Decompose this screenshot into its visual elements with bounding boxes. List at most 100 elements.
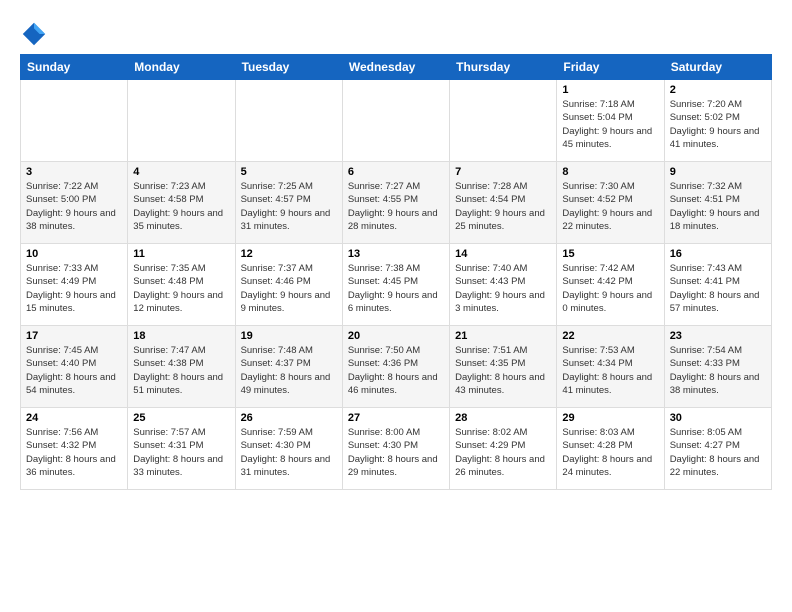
day-info: Sunrise: 7:28 AM Sunset: 4:54 PM Dayligh… [455, 180, 551, 233]
calendar-week-row: 24 Sunrise: 7:56 AM Sunset: 4:32 PM Dayli… [21, 408, 772, 490]
calendar-cell: 17 Sunrise: 7:45 AM Sunset: 4:40 PM Dayli… [21, 326, 128, 408]
calendar-cell: 12 Sunrise: 7:37 AM Sunset: 4:46 PM Dayli… [235, 244, 342, 326]
page: SundayMondayTuesdayWednesdayThursdayFrid… [0, 0, 792, 500]
day-number: 27 [348, 412, 444, 424]
calendar-cell [235, 80, 342, 162]
day-info: Sunrise: 8:00 AM Sunset: 4:30 PM Dayligh… [348, 426, 444, 479]
day-number: 21 [455, 330, 551, 342]
calendar-cell: 2Sunrise: 7:20 AM Sunset: 5:02 PM Daylig… [664, 80, 771, 162]
day-info: Sunrise: 7:56 AM Sunset: 4:32 PM Dayligh… [26, 426, 122, 479]
day-info: Sunrise: 7:54 AM Sunset: 4:33 PM Dayligh… [670, 344, 766, 397]
logo [20, 18, 52, 48]
day-number: 1 [562, 84, 658, 96]
day-info: Sunrise: 7:23 AM Sunset: 4:58 PM Dayligh… [133, 180, 229, 233]
day-info: Sunrise: 7:45 AM Sunset: 4:40 PM Dayligh… [26, 344, 122, 397]
day-number: 26 [241, 412, 337, 424]
day-info: Sunrise: 7:27 AM Sunset: 4:55 PM Dayligh… [348, 180, 444, 233]
day-info: Sunrise: 8:03 AM Sunset: 4:28 PM Dayligh… [562, 426, 658, 479]
day-number: 13 [348, 248, 444, 260]
calendar-cell: 16 Sunrise: 7:43 AM Sunset: 4:41 PM Dayli… [664, 244, 771, 326]
day-number: 3 [26, 166, 122, 178]
day-number: 10 [26, 248, 122, 260]
calendar-cell: 30Sunrise: 8:05 AM Sunset: 4:27 PM Dayli… [664, 408, 771, 490]
day-info: Sunrise: 7:53 AM Sunset: 4:34 PM Dayligh… [562, 344, 658, 397]
calendar-cell [450, 80, 557, 162]
calendar-header-sunday: Sunday [21, 55, 128, 80]
day-number: 11 [133, 248, 229, 260]
calendar-week-row: 1 Sunrise: 7:18 AM Sunset: 5:04 PM Daylig… [21, 80, 772, 162]
day-info: Sunrise: 7:32 AM Sunset: 4:51 PM Dayligh… [670, 180, 766, 233]
calendar: SundayMondayTuesdayWednesdayThursdayFrid… [20, 54, 772, 490]
day-info: Sunrise: 7:47 AM Sunset: 4:38 PM Dayligh… [133, 344, 229, 397]
calendar-header-saturday: Saturday [664, 55, 771, 80]
day-info: Sunrise: 7:59 AM Sunset: 4:30 PM Dayligh… [241, 426, 337, 479]
calendar-cell: 14 Sunrise: 7:40 AM Sunset: 4:43 PM Dayli… [450, 244, 557, 326]
calendar-cell: 9 Sunrise: 7:32 AM Sunset: 4:51 PM Daylig… [664, 162, 771, 244]
day-info: Sunrise: 7:57 AM Sunset: 4:31 PM Dayligh… [133, 426, 229, 479]
calendar-cell: 20 Sunrise: 7:50 AM Sunset: 4:36 PM Dayli… [342, 326, 449, 408]
day-number: 16 [670, 248, 766, 260]
day-number: 28 [455, 412, 551, 424]
calendar-cell: 18 Sunrise: 7:47 AM Sunset: 4:38 PM Dayli… [128, 326, 235, 408]
day-info: Sunrise: 7:38 AM Sunset: 4:45 PM Dayligh… [348, 262, 444, 315]
day-info: Sunrise: 8:02 AM Sunset: 4:29 PM Dayligh… [455, 426, 551, 479]
calendar-cell: 28 Sunrise: 8:02 AM Sunset: 4:29 PM Dayli… [450, 408, 557, 490]
day-info: Sunrise: 7:25 AM Sunset: 4:57 PM Dayligh… [241, 180, 337, 233]
day-info: Sunrise: 8:05 AM Sunset: 4:27 PM Dayligh… [670, 426, 766, 479]
calendar-header-wednesday: Wednesday [342, 55, 449, 80]
day-info: Sunrise: 7:50 AM Sunset: 4:36 PM Dayligh… [348, 344, 444, 397]
logo-icon [20, 20, 48, 48]
day-number: 25 [133, 412, 229, 424]
day-info: Sunrise: 7:43 AM Sunset: 4:41 PM Dayligh… [670, 262, 766, 315]
calendar-week-row: 17 Sunrise: 7:45 AM Sunset: 4:40 PM Dayli… [21, 326, 772, 408]
day-info: Sunrise: 7:22 AM Sunset: 5:00 PM Dayligh… [26, 180, 122, 233]
day-number: 23 [670, 330, 766, 342]
day-info: Sunrise: 7:48 AM Sunset: 4:37 PM Dayligh… [241, 344, 337, 397]
day-number: 4 [133, 166, 229, 178]
day-number: 20 [348, 330, 444, 342]
day-info: Sunrise: 7:33 AM Sunset: 4:49 PM Dayligh… [26, 262, 122, 315]
day-number: 12 [241, 248, 337, 260]
calendar-cell: 26 Sunrise: 7:59 AM Sunset: 4:30 PM Dayli… [235, 408, 342, 490]
day-number: 9 [670, 166, 766, 178]
calendar-cell: 23 Sunrise: 7:54 AM Sunset: 4:33 PM Dayli… [664, 326, 771, 408]
day-info: Sunrise: 7:40 AM Sunset: 4:43 PM Dayligh… [455, 262, 551, 315]
calendar-cell: 5Sunrise: 7:25 AM Sunset: 4:57 PM Daylig… [235, 162, 342, 244]
calendar-header-thursday: Thursday [450, 55, 557, 80]
day-number: 18 [133, 330, 229, 342]
day-number: 15 [562, 248, 658, 260]
calendar-cell [342, 80, 449, 162]
day-number: 8 [562, 166, 658, 178]
calendar-cell: 25 Sunrise: 7:57 AM Sunset: 4:31 PM Dayli… [128, 408, 235, 490]
day-number: 19 [241, 330, 337, 342]
calendar-week-row: 10 Sunrise: 7:33 AM Sunset: 4:49 PM Dayli… [21, 244, 772, 326]
day-info: Sunrise: 7:37 AM Sunset: 4:46 PM Dayligh… [241, 262, 337, 315]
calendar-cell: 1 Sunrise: 7:18 AM Sunset: 5:04 PM Daylig… [557, 80, 664, 162]
calendar-header-tuesday: Tuesday [235, 55, 342, 80]
calendar-cell: 10 Sunrise: 7:33 AM Sunset: 4:49 PM Dayli… [21, 244, 128, 326]
day-info: Sunrise: 7:42 AM Sunset: 4:42 PM Dayligh… [562, 262, 658, 315]
calendar-cell: 27 Sunrise: 8:00 AM Sunset: 4:30 PM Dayli… [342, 408, 449, 490]
day-number: 29 [562, 412, 658, 424]
day-number: 14 [455, 248, 551, 260]
header [20, 18, 772, 48]
day-info: Sunrise: 7:30 AM Sunset: 4:52 PM Dayligh… [562, 180, 658, 233]
calendar-cell: 15 Sunrise: 7:42 AM Sunset: 4:42 PM Dayli… [557, 244, 664, 326]
calendar-cell: 11Sunrise: 7:35 AM Sunset: 4:48 PM Dayli… [128, 244, 235, 326]
day-info: Sunrise: 7:18 AM Sunset: 5:04 PM Dayligh… [562, 98, 658, 151]
day-number: 7 [455, 166, 551, 178]
calendar-header-row: SundayMondayTuesdayWednesdayThursdayFrid… [21, 55, 772, 80]
day-number: 17 [26, 330, 122, 342]
calendar-cell: 19 Sunrise: 7:48 AM Sunset: 4:37 PM Dayli… [235, 326, 342, 408]
calendar-cell: 6 Sunrise: 7:27 AM Sunset: 4:55 PM Daylig… [342, 162, 449, 244]
day-number: 22 [562, 330, 658, 342]
day-number: 24 [26, 412, 122, 424]
day-number: 6 [348, 166, 444, 178]
calendar-cell: 7 Sunrise: 7:28 AM Sunset: 4:54 PM Daylig… [450, 162, 557, 244]
calendar-cell [128, 80, 235, 162]
calendar-cell: 4 Sunrise: 7:23 AM Sunset: 4:58 PM Daylig… [128, 162, 235, 244]
calendar-header-friday: Friday [557, 55, 664, 80]
calendar-cell: 22 Sunrise: 7:53 AM Sunset: 4:34 PM Dayli… [557, 326, 664, 408]
calendar-cell: 13 Sunrise: 7:38 AM Sunset: 4:45 PM Dayli… [342, 244, 449, 326]
day-info: Sunrise: 7:51 AM Sunset: 4:35 PM Dayligh… [455, 344, 551, 397]
